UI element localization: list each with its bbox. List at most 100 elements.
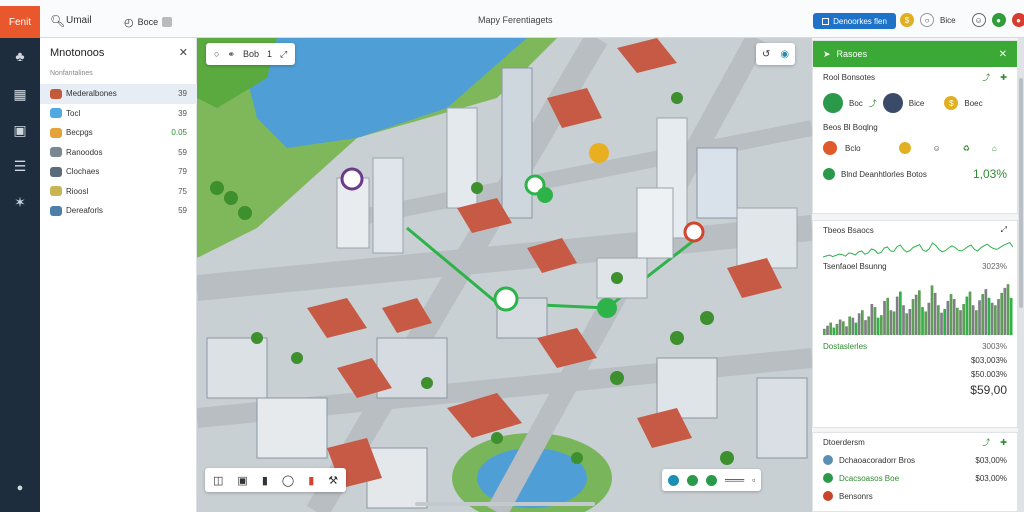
tool-blue-icon[interactable] (668, 474, 679, 486)
bar (848, 316, 852, 335)
expand-icon[interactable]: ⤢ (280, 49, 287, 60)
chat-icon[interactable]: ◯ (282, 474, 294, 487)
bar (908, 308, 912, 335)
layer-item[interactable]: Clochaes 79 (40, 162, 197, 182)
up-arrow-icon[interactable]: ⤴ (982, 437, 990, 448)
coin-icon[interactable] (898, 142, 911, 154)
smiley-icon[interactable]: ☺ (971, 13, 986, 27)
bar (949, 294, 953, 335)
user-c: Boec (964, 98, 983, 108)
tool-green2-icon[interactable] (706, 474, 717, 486)
toggle-icon[interactable]: ○ (920, 13, 934, 27)
list-item[interactable]: Dchaoacoradorr Bros $03,00% (813, 451, 1017, 469)
coin-icon: $ (944, 96, 959, 110)
close-icon[interactable]: ✕ (999, 49, 1007, 60)
bar (962, 304, 966, 335)
brand-logo[interactable]: Fenit (0, 6, 40, 38)
home-icon[interactable]: ⌂ (992, 144, 997, 153)
panel-title: Mnotonoos (50, 47, 105, 59)
bar (823, 328, 826, 335)
close-icon[interactable]: ✕ (179, 46, 188, 59)
bar (832, 327, 836, 335)
list-items: Dchaoacoradorr Bros $03,00% Dcacsoasos Boe… (813, 451, 1017, 505)
avatar[interactable] (823, 93, 843, 113)
bar (886, 297, 890, 335)
plus-icon[interactable]: ✚ (1000, 438, 1007, 447)
avatar[interactable] (882, 93, 903, 113)
filter-group[interactable]: ◴ Boce (124, 14, 173, 30)
layer-thumbnail-icon (50, 127, 62, 138)
arrow-icon: ⤴ (868, 98, 877, 108)
window-title: Mapy Ferentiagets (478, 15, 553, 25)
scrollbar-thumb[interactable] (1019, 78, 1023, 308)
compass-icon[interactable]: ◉ (780, 49, 789, 60)
image-icon[interactable]: ▣ (12, 122, 28, 138)
layer-label: Tocl (66, 108, 81, 118)
coin-icon[interactable]: $ (900, 13, 914, 27)
layer-item[interactable]: Dereaforls 59 (40, 201, 197, 221)
layer-thumbnail-icon (50, 108, 62, 119)
bar (899, 291, 902, 335)
ruler-icon[interactable]: ═══ (725, 475, 744, 485)
save-icon[interactable]: ▮ (262, 474, 268, 487)
bar (946, 300, 950, 335)
layer-item[interactable]: Tocl 39 (40, 104, 197, 124)
bar (1000, 292, 1004, 335)
layer-item[interactable]: Ranoodos 59 (40, 143, 197, 163)
rotate-icon[interactable]: ↺ (762, 49, 770, 60)
page-icon[interactable]: ▫ (752, 475, 755, 485)
notification-icon[interactable]: ● (1011, 13, 1024, 27)
map-canvas[interactable] (197, 38, 812, 512)
legend-a-value: 3003% (982, 341, 1007, 351)
bar (952, 299, 956, 335)
plus-icon[interactable]: ✚ (1000, 73, 1007, 82)
bar (829, 322, 833, 335)
image-tool-icon[interactable]: ▣ (237, 474, 247, 487)
layer-item[interactable]: Rioosl 75 (40, 182, 197, 202)
puzzle-icon[interactable]: ♣ (12, 48, 28, 64)
key-icon[interactable]: ⚭ (227, 49, 235, 60)
right-scrollbar[interactable] (1018, 38, 1024, 512)
expand-icon[interactable]: ⤢ (1001, 225, 1007, 235)
list-item-icon (823, 491, 833, 501)
bar (990, 302, 994, 335)
smile-icon[interactable]: ☺ (933, 144, 941, 153)
list-item-label: Dcacsoasos Boe (839, 473, 900, 483)
map-icon[interactable]: ▦ (12, 86, 28, 102)
green-action-icon[interactable]: ● (991, 13, 1006, 27)
list-item[interactable]: Bensonrs (813, 487, 1017, 505)
info-icon[interactable]: ● (12, 482, 28, 498)
left-rail: ♣ ▦ ▣ ☰ ✶ ● (0, 38, 40, 512)
layer-item[interactable]: Mederalbones 39 (40, 84, 197, 104)
bar (889, 310, 893, 335)
search-label[interactable]: Umail (66, 15, 92, 26)
bar (835, 323, 839, 335)
status-text: Bice (940, 15, 956, 25)
layers-panel: Mnotonoos ✕ Nonfantalines Mederalbones 39… (40, 38, 197, 512)
bar (940, 312, 943, 335)
layer-icon[interactable]: ◫ (213, 474, 223, 487)
map-toolbar: ○ ⚭ Bob 1 ⤢ (206, 43, 296, 65)
list-item[interactable]: Dcacsoasos Boe $03,00% (813, 469, 1017, 487)
map-scrollbar[interactable] (415, 502, 595, 506)
chart-pct: 3023% (982, 261, 1007, 271)
primary-button[interactable]: Denoorkes flen (813, 13, 896, 29)
list-icon[interactable]: ☰ (12, 158, 28, 174)
top-icons: $ ○ Bice ☺ ● ● (900, 13, 1024, 27)
network-icon[interactable]: ✶ (12, 194, 28, 210)
bar (1006, 284, 1010, 335)
wrench-icon[interactable]: ⚒ (328, 474, 338, 487)
up-arrow-icon[interactable]: ⤴ (982, 72, 990, 83)
trophy-icon[interactable]: ♻ (963, 144, 970, 153)
layer-thumbnail-icon (50, 88, 62, 99)
cursor-icon[interactable]: ○ (214, 49, 219, 59)
layer-value: 59 (178, 206, 187, 216)
pin-icon[interactable]: ▮ (308, 474, 314, 487)
list-item-icon (823, 455, 833, 465)
top-bar: Fenit 🔍︎ Umail ◴ Boce Mapy Ferentiagets … (0, 0, 1024, 38)
city-map[interactable] (197, 38, 812, 512)
primary-button-label: Denoorkes flen (833, 16, 887, 26)
layer-item[interactable]: Becpgs 0.05 (40, 123, 197, 143)
tool-green-icon[interactable] (687, 474, 698, 486)
search-icon[interactable]: 🔍︎ (50, 14, 65, 28)
